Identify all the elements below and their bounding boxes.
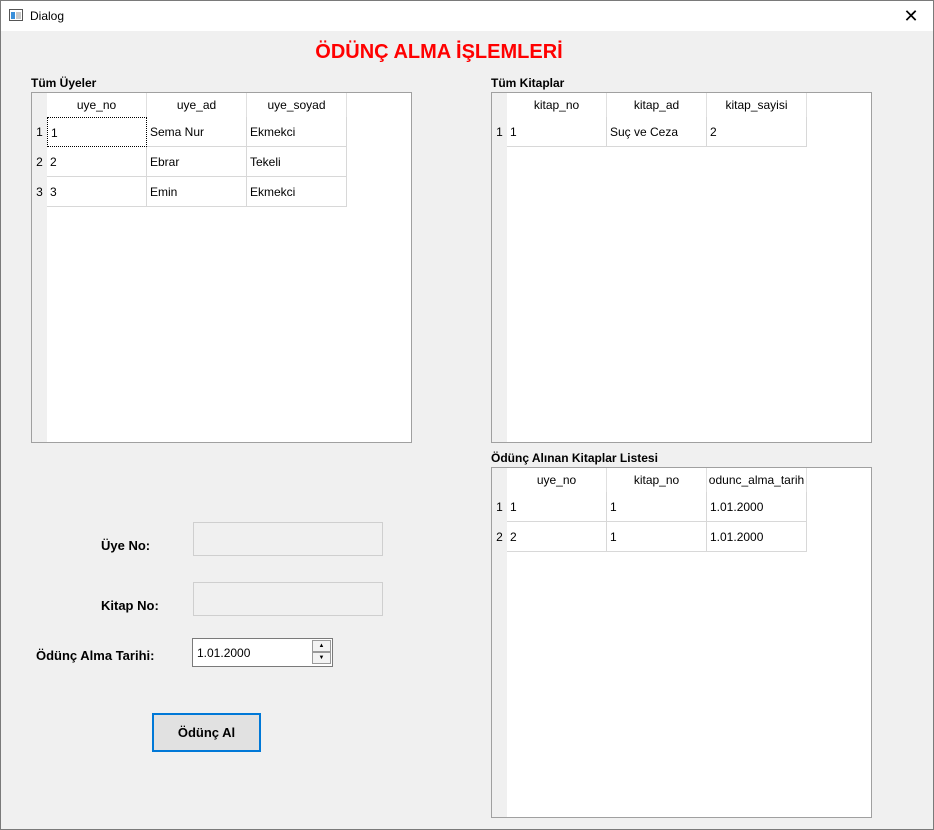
row-number[interactable]: 3	[32, 177, 47, 207]
borrowed-header-row: uye_no kitap_no odunc_alma_tarih	[507, 468, 807, 492]
books-label: Tüm Kitaplar	[491, 76, 565, 90]
table-cell[interactable]: 1	[607, 522, 707, 552]
table-cell[interactable]: 1	[507, 492, 607, 522]
borrowed-table[interactable]: uye_no kitap_no odunc_alma_tarih 1 1 1 1…	[491, 467, 872, 818]
table-cell[interactable]: 1	[607, 492, 707, 522]
date-spinner[interactable]: ▲ ▼	[312, 640, 331, 665]
dialog-window: Dialog ✕ ÖDÜNÇ ALMA İŞLEMLERİ Tüm Üyeler…	[0, 0, 934, 830]
table-cell[interactable]: 2	[707, 117, 807, 147]
borrow-button[interactable]: Ödünç Al	[152, 713, 261, 752]
title-bar: Dialog ✕	[1, 1, 933, 31]
members-header-row: uye_no uye_ad uye_soyad	[47, 93, 347, 117]
table-cell[interactable]: Sema Nur	[147, 117, 247, 147]
date-value: 1.01.2000	[197, 646, 251, 660]
table-row[interactable]: 2 1 1.01.2000	[507, 522, 807, 552]
table-cell[interactable]: Emin	[147, 177, 247, 207]
table-cell[interactable]: 3	[47, 177, 147, 207]
member-no-label: Üye No:	[101, 538, 151, 553]
column-header[interactable]: uye_soyad	[247, 93, 347, 117]
row-number[interactable]: 1	[492, 492, 507, 522]
column-header[interactable]: odunc_alma_tarih	[707, 468, 807, 492]
member-no-input[interactable]	[193, 522, 383, 556]
column-header[interactable]: kitap_no	[607, 468, 707, 492]
table-cell[interactable]: Ebrar	[147, 147, 247, 177]
row-number[interactable]: 2	[32, 147, 47, 177]
table-cell[interactable]: 1.01.2000	[707, 492, 807, 522]
members-table[interactable]: uye_no uye_ad uye_soyad 1 1 Sema Nur Ekm…	[31, 92, 412, 443]
spin-up-icon[interactable]: ▲	[312, 640, 331, 652]
table-row[interactable]: 1 Suç ve Ceza 2	[507, 117, 807, 147]
table-cell[interactable]: Tekeli	[247, 147, 347, 177]
table-row[interactable]: 3 Emin Ekmekci	[47, 177, 347, 207]
table-cell[interactable]: Suç ve Ceza	[607, 117, 707, 147]
books-header-row: kitap_no kitap_ad kitap_sayisi	[507, 93, 807, 117]
table-cell[interactable]: 1.01.2000	[707, 522, 807, 552]
app-icon	[9, 9, 23, 21]
window-title: Dialog	[30, 9, 65, 23]
column-header[interactable]: kitap_no	[507, 93, 607, 117]
close-icon[interactable]: ✕	[889, 1, 933, 31]
spin-down-icon[interactable]: ▼	[312, 652, 331, 664]
table-row[interactable]: 2 Ebrar Tekeli	[47, 147, 347, 177]
column-header[interactable]: kitap_sayisi	[707, 93, 807, 117]
book-no-label: Kitap No:	[101, 598, 159, 613]
column-header[interactable]: uye_ad	[147, 93, 247, 117]
row-number[interactable]: 2	[492, 522, 507, 552]
table-cell[interactable]: 2	[507, 522, 607, 552]
table-cell[interactable]: 1	[507, 117, 607, 147]
table-row[interactable]: 1 1 1.01.2000	[507, 492, 807, 522]
column-header[interactable]: uye_no	[47, 93, 147, 117]
books-table[interactable]: kitap_no kitap_ad kitap_sayisi 1 1 Suç v…	[491, 92, 872, 443]
table-cell[interactable]: Ekmekci	[247, 177, 347, 207]
column-header[interactable]: uye_no	[507, 468, 607, 492]
borrow-date-picker[interactable]: 1.01.2000 ▲ ▼	[192, 638, 333, 667]
row-number[interactable]: 1	[492, 117, 507, 147]
table-cell[interactable]: Ekmekci	[247, 117, 347, 147]
table-cell[interactable]: 2	[47, 147, 147, 177]
table-row[interactable]: 1 Sema Nur Ekmekci	[47, 117, 347, 147]
table-cell[interactable]: 1	[47, 117, 147, 147]
borrowed-label: Ödünç Alınan Kitaplar Listesi	[491, 451, 658, 465]
members-label: Tüm Üyeler	[31, 76, 97, 90]
date-label: Ödünç Alma Tarihi:	[36, 648, 155, 663]
row-number[interactable]: 1	[32, 117, 47, 147]
column-header[interactable]: kitap_ad	[607, 93, 707, 117]
page-title: ÖDÜNÇ ALMA İŞLEMLERİ	[315, 41, 563, 63]
book-no-input[interactable]	[193, 582, 383, 616]
